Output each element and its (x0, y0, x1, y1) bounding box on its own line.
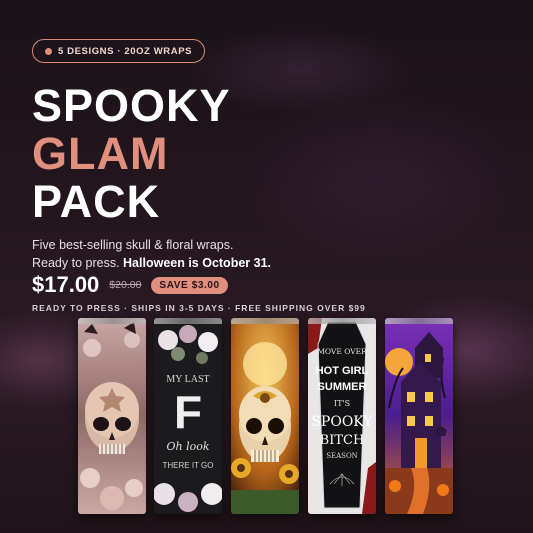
shipping-info: READY TO PRESS · SHIPS IN 3-5 DAYS · FRE… (32, 303, 366, 313)
badge-dot (45, 47, 52, 55)
t4-line-4: IT'S (334, 399, 350, 408)
t2-line-4: THERE IT GO (163, 461, 214, 470)
description-line-2: Ready to press. Halloween is October 31. (32, 254, 271, 272)
headline-line-1: SPOOKY (32, 80, 231, 131)
t4-line-2: HOT GIRL (316, 365, 369, 377)
halloween-date: Halloween is October 31. (123, 256, 271, 270)
t4-line-7: SEASON (326, 452, 358, 460)
t4-line-6: BITCH (320, 433, 365, 448)
headline-line-2: GLAM (32, 128, 169, 179)
sunflower-skull-artwork (231, 318, 299, 514)
tumbler-bw-floral[interactable]: MY LAST F Oh look THERE IT GO (154, 318, 222, 514)
current-price: $17.00 (32, 272, 100, 297)
promo-banner: 5 DESIGNS · 20OZ WRAPS SPOOKY GLAM PACK … (0, 0, 533, 533)
tumbler-haunted-house[interactable] (385, 318, 453, 514)
haunted-house-artwork (385, 318, 453, 514)
description-line-2-prefix: Ready to press. (32, 256, 120, 270)
bw-floral-artwork: MY LAST F Oh look THERE IT GO (154, 318, 222, 514)
designs-badge: 5 DESIGNS · 20OZ WRAPS (32, 39, 206, 63)
headline: SPOOKY GLAM PACK (32, 82, 231, 226)
description: Five best-selling skull & floral wraps. … (32, 236, 271, 272)
t2-line-3: Oh look (166, 440, 209, 453)
headline-line-3: PACK (32, 176, 161, 227)
tumbler-rose-gold-skull[interactable] (78, 318, 146, 514)
rose-skull-artwork (78, 318, 146, 514)
description-line-1: Five best-selling skull & floral wraps. (32, 238, 234, 252)
t2-line-2: F (174, 386, 202, 438)
t2-line-1: MY LAST (166, 374, 209, 385)
t4-line-5: SPOOKY (311, 414, 373, 430)
coffin-text-artwork: MOVE OVER HOT GIRL SUMMER IT'S SPOOKY BI… (308, 318, 376, 514)
t4-line-1: MOVE OVER (317, 347, 367, 356)
tumbler-sunflower-skull[interactable] (231, 318, 299, 514)
badge-text: 5 DESIGNS · 20OZ WRAPS (58, 45, 193, 57)
save-badge: SAVE $3.00 (151, 276, 228, 294)
tumbler-coffin-text[interactable]: MOVE OVER HOT GIRL SUMMER IT'S SPOOKY BI… (308, 318, 376, 514)
price-row: $17.00 $20.00 SAVE $3.00 (32, 272, 228, 298)
original-price: $20.00 (109, 279, 142, 291)
t4-line-3: SUMMER (318, 381, 367, 393)
